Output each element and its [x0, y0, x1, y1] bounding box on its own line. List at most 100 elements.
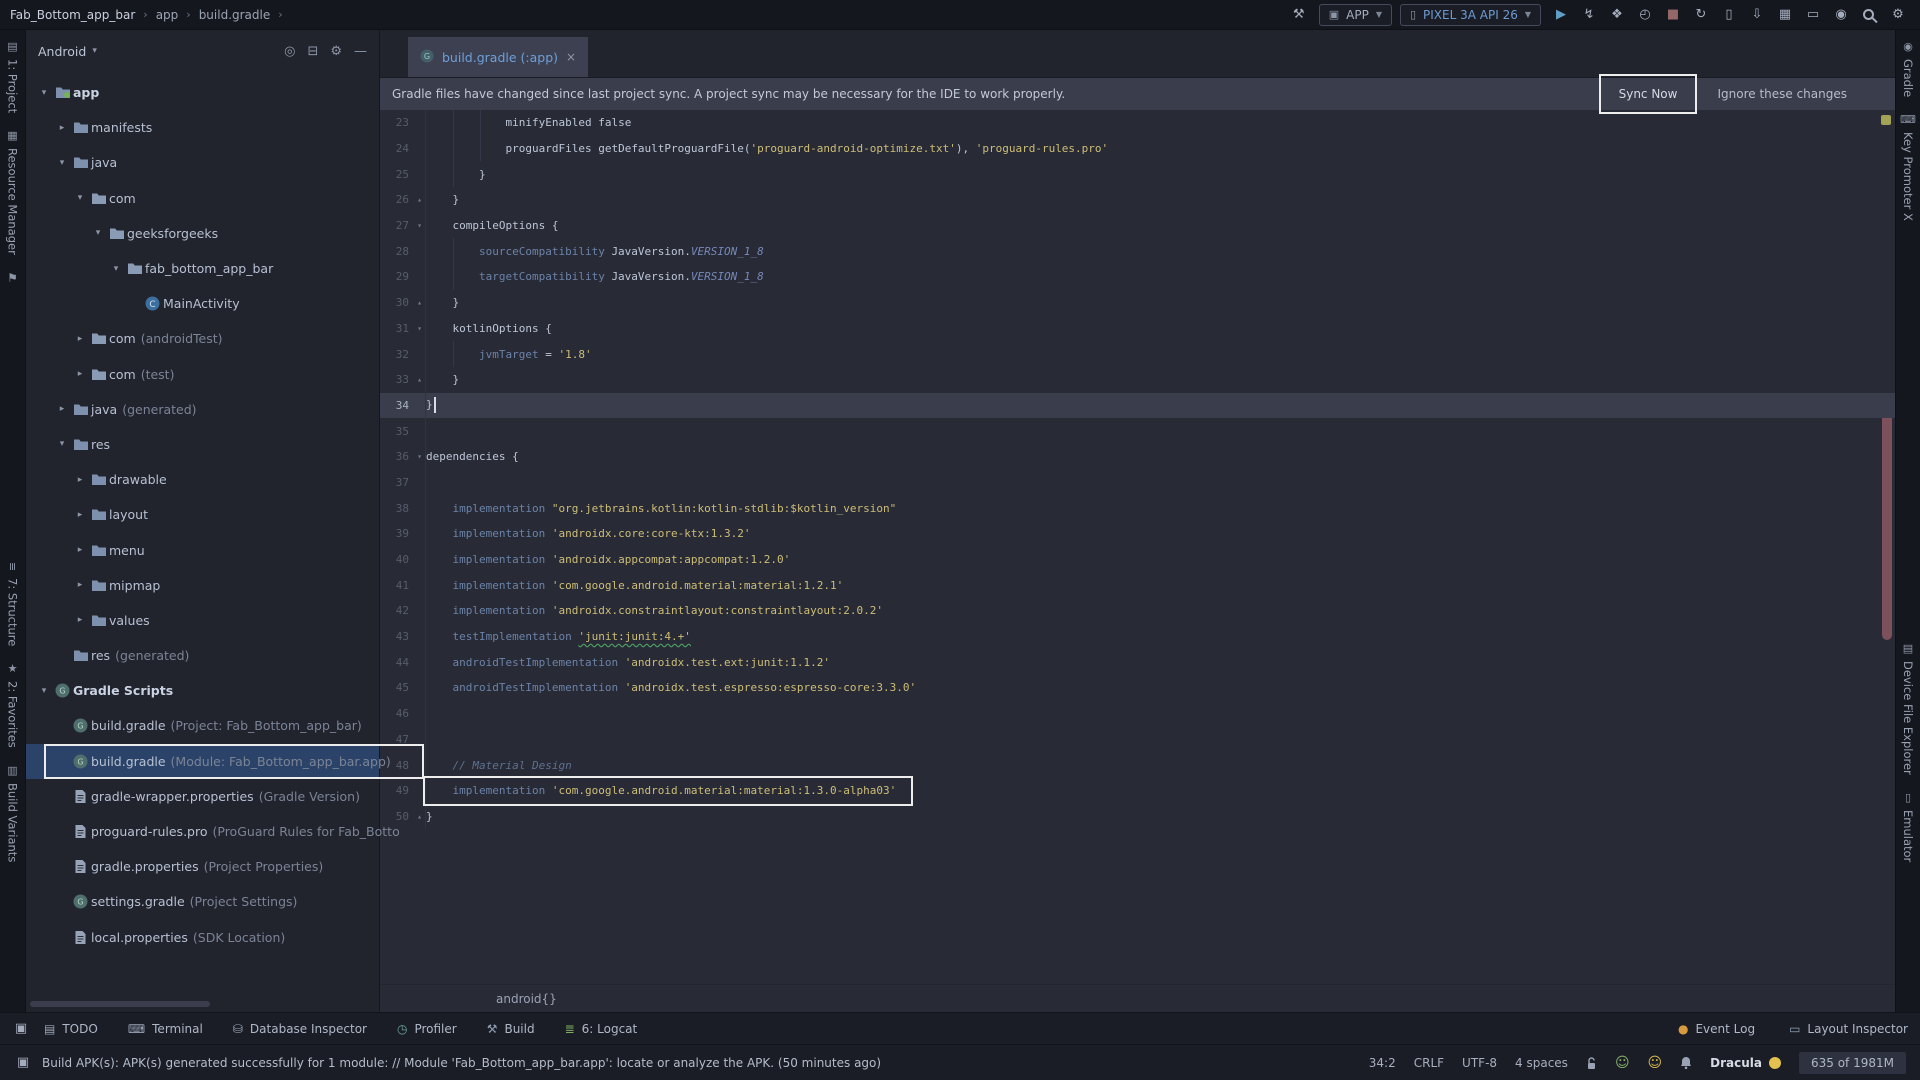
tree-item-settings-gradle[interactable]: Gsettings.gradle(Project Settings) [26, 884, 379, 919]
tree-item-layout[interactable]: ▸layout [26, 497, 379, 532]
sync-gradle-icon[interactable]: ↻ [1689, 7, 1713, 22]
project-view-selector[interactable]: Android ▾ [38, 44, 97, 59]
tree-item-local-properties[interactable]: local.properties(SDK Location) [26, 920, 379, 955]
tree-item-geeksforgeeks[interactable]: ▾geeksforgeeks [26, 216, 379, 251]
fold-marker-icon[interactable]: ▾ [414, 316, 426, 342]
theme-switcher[interactable]: Dracula [1710, 1056, 1781, 1070]
device-select[interactable]: ▯ PIXEL 3A API 26 ▼ [1400, 4, 1541, 26]
search-icon[interactable] [1863, 9, 1874, 20]
tree-item-mipmap[interactable]: ▸mipmap [26, 568, 379, 603]
code-line-24[interactable]: 24 proguardFiles getDefaultProguardFile(… [380, 136, 1895, 162]
code-line-32[interactable]: 32 jvmTarget = '1.8' [380, 341, 1895, 367]
lock-icon[interactable] [1586, 1056, 1597, 1070]
code-line-43[interactable]: 43 testImplementation 'junit:junit:4.+' [380, 624, 1895, 650]
tree-chevron-icon[interactable]: ▾ [72, 193, 88, 203]
line-ending-indicator[interactable]: CRLF [1414, 1056, 1444, 1070]
fold-marker-icon[interactable]: ▾ [414, 213, 426, 239]
tree-item-values[interactable]: ▸values [26, 603, 379, 638]
tree-chevron-icon[interactable]: ▸ [72, 510, 88, 520]
tool-gradle[interactable]: ◉Gradle [1901, 40, 1915, 97]
run-icon[interactable]: ▶ [1549, 7, 1573, 22]
tree-item-build-gradle-project[interactable]: Gbuild.gradle(Project: Fab_Bottom_app_ba… [26, 708, 379, 743]
code-line-42[interactable]: 42 implementation 'androidx.constraintla… [380, 598, 1895, 624]
breadcrumb-file[interactable]: build.gradle [199, 8, 271, 22]
code-line-33[interactable]: 33▴ } [380, 367, 1895, 393]
plugin-smiley-icon[interactable]: ☺ [1615, 1055, 1630, 1071]
status-window-icon[interactable]: ▣ [14, 1055, 32, 1070]
fold-marker-icon[interactable]: ▴ [414, 187, 426, 213]
bookmarks-icon[interactable]: ⚑ [7, 271, 18, 285]
database-inspector-tab[interactable]: ⛁Database Inspector [233, 1022, 367, 1036]
editor-breadcrumb-bar[interactable]: android{} [380, 984, 1895, 1012]
build-icon[interactable]: ⚒ [1287, 7, 1311, 22]
fold-marker-icon[interactable]: ▾ [414, 444, 426, 470]
memory-indicator[interactable]: 635 of 1981M [1799, 1052, 1906, 1074]
build-tab[interactable]: ⚒Build [487, 1022, 535, 1036]
settings-icon[interactable]: ⚙ [1886, 7, 1910, 22]
code-line-47[interactable]: 47 [380, 727, 1895, 753]
todo-tab[interactable]: ▤TODO [44, 1022, 98, 1036]
panel-scrollbar[interactable] [30, 1001, 210, 1007]
code-line-41[interactable]: 41 implementation 'com.google.android.ma… [380, 572, 1895, 598]
fold-marker-icon[interactable]: ▴ [414, 804, 426, 830]
tree-chevron-icon[interactable]: ▸ [72, 580, 88, 590]
tree-chevron-icon[interactable]: ▾ [90, 228, 106, 238]
project-structure-icon[interactable]: ▦ [1773, 7, 1797, 22]
tree-item-res[interactable]: ▾res [26, 427, 379, 462]
locate-icon[interactable]: ◎ [284, 44, 295, 59]
editor-breadcrumb[interactable]: android{} [496, 992, 557, 1006]
code-editor[interactable]: 23 minifyEnabled false24 proguardFiles g… [380, 110, 1895, 984]
tree-chevron-icon[interactable]: ▾ [36, 88, 52, 98]
tool-device-file-explorer[interactable]: ▤Device File Explorer [1901, 642, 1915, 775]
tree-item-gradle-wrapper[interactable]: gradle-wrapper.properties(Gradle Version… [26, 779, 379, 814]
encoding-indicator[interactable]: UTF-8 [1462, 1056, 1497, 1070]
tree-item-mainactivity[interactable]: CMainActivity [26, 286, 379, 321]
tool-favorites[interactable]: ★2: Favorites [6, 662, 20, 748]
code-line-40[interactable]: 40 implementation 'androidx.appcompat:ap… [380, 547, 1895, 573]
tree-chevron-icon[interactable]: ▸ [72, 615, 88, 625]
tree-chevron-icon[interactable]: ▸ [72, 545, 88, 555]
terminal-tab[interactable]: ⌨Terminal [128, 1022, 203, 1036]
tree-item-app[interactable]: ▾app [26, 75, 379, 110]
code-line-46[interactable]: 46 [380, 701, 1895, 727]
tree-item-menu[interactable]: ▸menu [26, 532, 379, 567]
stop-icon[interactable]: ■ [1661, 7, 1685, 22]
layout-inspector-icon[interactable]: ▭ [1801, 7, 1825, 22]
tool-window-switcher-icon[interactable]: ▣ [12, 1021, 30, 1036]
code-line-45[interactable]: 45 androidTestImplementation 'androidx.t… [380, 675, 1895, 701]
code-line-49[interactable]: 49 implementation 'com.google.android.ma… [380, 778, 1895, 804]
status-message[interactable]: Build APK(s): APK(s) generated successfu… [42, 1056, 881, 1070]
code-line-50[interactable]: 50▴} [380, 804, 1895, 830]
debug-icon[interactable]: ❖ [1605, 7, 1629, 22]
tree-chevron-icon[interactable]: ▾ [108, 264, 124, 274]
sync-now-button[interactable]: Sync Now [1599, 74, 1698, 114]
tree-chevron-icon[interactable]: ▸ [72, 334, 88, 344]
code-line-25[interactable]: 25 } [380, 161, 1895, 187]
tree-item-drawable[interactable]: ▸drawable [26, 462, 379, 497]
tool-structure[interactable]: ≡7: Structure [6, 562, 20, 646]
code-line-44[interactable]: 44 androidTestImplementation 'androidx.t… [380, 649, 1895, 675]
tree-chevron-icon[interactable]: ▸ [54, 404, 70, 414]
breadcrumb-module[interactable]: app [156, 8, 179, 22]
tool-project[interactable]: ▤1: Project [6, 40, 20, 113]
collapse-all-icon[interactable]: ⊟ [307, 44, 318, 59]
code-line-30[interactable]: 30▴ } [380, 290, 1895, 316]
profiler-icon[interactable]: ◴ [1633, 7, 1657, 22]
settings-icon[interactable]: ⚙ [330, 44, 342, 59]
code-line-28[interactable]: 28 sourceCompatibility JavaVersion.VERSI… [380, 238, 1895, 264]
tree-item-com[interactable]: ▾com [26, 181, 379, 216]
caret-position[interactable]: 34:2 [1369, 1056, 1396, 1070]
tree-item-gradle-scripts[interactable]: ▾GGradle Scripts [26, 673, 379, 708]
tree-item-gradle-properties[interactable]: gradle.properties(Project Properties) [26, 849, 379, 884]
tree-item-manifests[interactable]: ▸manifests [26, 110, 379, 145]
tree-chevron-icon[interactable]: ▸ [54, 123, 70, 133]
code-line-38[interactable]: 38 implementation "org.jetbrains.kotlin:… [380, 495, 1895, 521]
tree-chevron-icon[interactable]: ▸ [72, 475, 88, 485]
layout-inspector-tab[interactable]: ▭Layout Inspector [1789, 1022, 1908, 1036]
tree-chevron-icon[interactable]: ▸ [72, 369, 88, 379]
tool-key-promoter[interactable]: ⌨Key Promoter X [1901, 113, 1915, 221]
indent-indicator[interactable]: 4 spaces [1515, 1056, 1568, 1070]
code-line-27[interactable]: 27▾ compileOptions { [380, 213, 1895, 239]
plugin-smiley-icon-2[interactable]: ☺ [1648, 1055, 1663, 1071]
tree-item-proguard-rules[interactable]: proguard-rules.pro(ProGuard Rules for Fa… [26, 814, 379, 849]
